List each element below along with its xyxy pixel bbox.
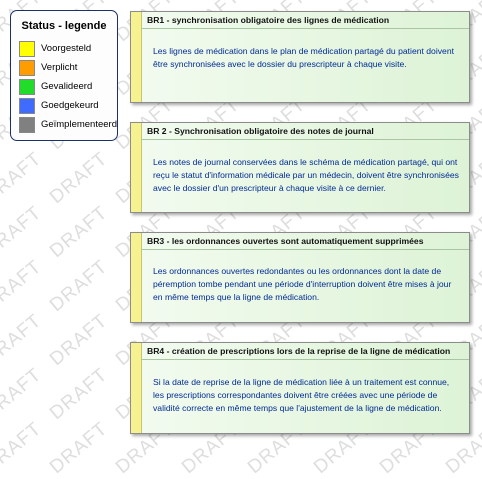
rule-description: Les notes de journal conservées dans le …	[153, 157, 459, 193]
watermark-text: DRAFT	[46, 310, 112, 371]
legend-swatch	[19, 97, 35, 114]
legend-label: Voorgesteld	[41, 43, 92, 54]
legend-item-voorgesteld: Voorgesteld	[19, 39, 117, 58]
watermark-text: DRAFT	[46, 418, 112, 479]
legend-swatch	[19, 78, 35, 95]
legend-item-goedgekeurd: Goedgekeurd	[19, 96, 117, 115]
rule-title: BR4 - création de prescriptions lors de …	[141, 343, 469, 360]
legend-swatch	[19, 59, 35, 76]
legend-swatch	[19, 116, 35, 133]
status-legend: Status - legende Voorgesteld Verplicht G…	[10, 10, 118, 141]
rule-title: BR 2 - Synchronisation obligatoire des n…	[141, 123, 469, 140]
rule-title: BR1 - synchronisation obligatoire des li…	[141, 12, 469, 29]
watermark-text: DRAFT	[46, 256, 112, 317]
legend-item-verplicht: Verplicht	[19, 58, 117, 77]
watermark-text: DRAFT	[0, 202, 46, 263]
legend-label: Gevalideerd	[41, 81, 93, 92]
rule-description: Si la date de reprise de la ligne de méd…	[153, 377, 450, 413]
watermark-text: DRAFT	[46, 202, 112, 263]
watermark-text: DRAFT	[46, 364, 112, 425]
watermark-text: DRAFT	[0, 256, 46, 317]
legend-label: Geïmplementeerd	[40, 119, 117, 130]
watermark-text: DRAFT	[0, 418, 46, 479]
legend-swatch	[19, 40, 35, 57]
rule-title: BR3 - les ordonnances ouvertes sont auto…	[141, 233, 469, 250]
business-rule-br4[interactable]: BR4 - création de prescriptions lors de …	[130, 342, 470, 434]
watermark-text: DRAFT	[46, 148, 112, 209]
legend-label: Goedgekeurd	[41, 100, 99, 111]
watermark-text: DRAFT	[0, 148, 46, 209]
rule-description: Les lignes de médication dans le plan de…	[153, 46, 454, 69]
legend-label: Verplicht	[41, 62, 78, 73]
legend-item-gevalideerd: Gevalideerd	[19, 77, 117, 96]
watermark-text: DRAFT	[0, 310, 46, 371]
business-rule-br2[interactable]: BR 2 - Synchronisation obligatoire des n…	[130, 122, 470, 213]
business-rule-br3[interactable]: BR3 - les ordonnances ouvertes sont auto…	[130, 232, 470, 323]
business-rule-br1[interactable]: BR1 - synchronisation obligatoire des li…	[130, 11, 470, 103]
watermark-text: DRAFT	[0, 364, 46, 425]
legend-item-geimplementeerd: Geïmplementeerd	[19, 115, 117, 134]
rule-description: Les ordonnances ouvertes redondantes ou …	[153, 266, 452, 302]
legend-title: Status - legende	[21, 20, 107, 32]
